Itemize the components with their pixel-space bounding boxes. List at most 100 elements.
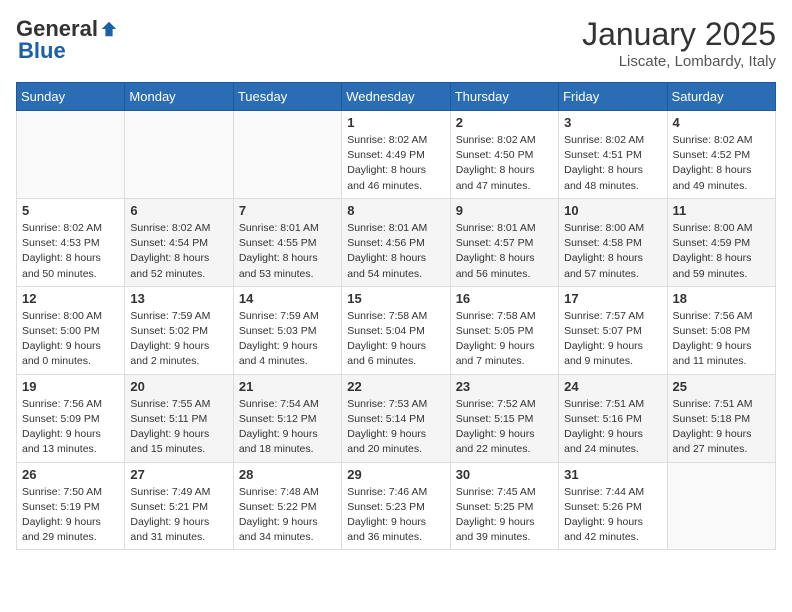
day-info: Sunrise: 7:55 AM Sunset: 5:11 PM Dayligh… — [130, 397, 227, 458]
calendar-cell: 2Sunrise: 8:02 AM Sunset: 4:50 PM Daylig… — [450, 111, 558, 199]
day-info: Sunrise: 7:59 AM Sunset: 5:02 PM Dayligh… — [130, 309, 227, 370]
day-info: Sunrise: 7:56 AM Sunset: 5:08 PM Dayligh… — [673, 309, 770, 370]
weekday-header-monday: Monday — [125, 83, 233, 111]
day-number: 14 — [239, 291, 336, 306]
day-number: 31 — [564, 467, 661, 482]
calendar-cell: 25 Sunrise: 7:51 AM Sunset: 5:18 PM Dayli… — [667, 374, 775, 462]
calendar-cell: 1 Sunrise: 8:02 AM Sunset: 4:49 PM Daylig… — [342, 111, 450, 199]
calendar-week-row: 19 Sunrise: 7:56 AM Sunset: 5:09 PM Dayli… — [17, 374, 776, 462]
calendar-cell: 11 Sunrise: 8:00 AM Sunset: 4:59 PM Dayli… — [667, 198, 775, 286]
weekday-header-friday: Friday — [559, 83, 667, 111]
calendar-cell: 27 Sunrise: 7:49 AM Sunset: 5:21 PM Dayli… — [125, 462, 233, 550]
weekday-header-thursday: Thursday — [450, 83, 558, 111]
logo-icon — [100, 20, 118, 38]
day-number: 19 — [22, 379, 119, 394]
calendar-cell: 15 Sunrise: 7:58 AM Sunset: 5:04 PM Dayli… — [342, 286, 450, 374]
day-number: 26 — [22, 467, 119, 482]
calendar-week-row: 26 Sunrise: 7:50 AM Sunset: 5:19 PM Dayli… — [17, 462, 776, 550]
day-info: Sunrise: 8:02 AM Sunset: 4:53 PM Dayligh… — [22, 221, 119, 282]
day-number: 9 — [456, 203, 553, 218]
day-number: 1 — [347, 115, 444, 130]
calendar-cell: 12Sunrise: 8:00 AM Sunset: 5:00 PM Dayli… — [17, 286, 125, 374]
weekday-header-saturday: Saturday — [667, 83, 775, 111]
day-info: Sunrise: 7:57 AM Sunset: 5:07 PM Dayligh… — [564, 309, 661, 370]
calendar-cell: 7Sunrise: 8:01 AM Sunset: 4:55 PM Daylig… — [233, 198, 341, 286]
day-info: Sunrise: 8:01 AM Sunset: 4:55 PM Dayligh… — [239, 221, 336, 282]
day-info: Sunrise: 8:02 AM Sunset: 4:54 PM Dayligh… — [130, 221, 227, 282]
calendar-table: SundayMondayTuesdayWednesdayThursdayFrid… — [16, 82, 776, 550]
day-number: 27 — [130, 467, 227, 482]
calendar-cell: 18 Sunrise: 7:56 AM Sunset: 5:08 PM Dayli… — [667, 286, 775, 374]
day-number: 30 — [456, 467, 553, 482]
day-info: Sunrise: 7:58 AM Sunset: 5:04 PM Dayligh… — [347, 309, 444, 370]
day-number: 12 — [22, 291, 119, 306]
day-info: Sunrise: 7:51 AM Sunset: 5:16 PM Dayligh… — [564, 397, 661, 458]
day-number: 3 — [564, 115, 661, 130]
day-number: 5 — [22, 203, 119, 218]
day-info: Sunrise: 8:02 AM Sunset: 4:52 PM Dayligh… — [673, 133, 770, 194]
calendar-cell: 31Sunrise: 7:44 AM Sunset: 5:26 PM Dayli… — [559, 462, 667, 550]
day-number: 24 — [564, 379, 661, 394]
day-number: 13 — [130, 291, 227, 306]
day-number: 23 — [456, 379, 553, 394]
calendar-cell — [233, 111, 341, 199]
day-number: 18 — [673, 291, 770, 306]
calendar-cell: 13 Sunrise: 7:59 AM Sunset: 5:02 PM Dayli… — [125, 286, 233, 374]
calendar-cell: 19 Sunrise: 7:56 AM Sunset: 5:09 PM Dayli… — [17, 374, 125, 462]
day-number: 21 — [239, 379, 336, 394]
calendar-cell: 16Sunrise: 7:58 AM Sunset: 5:05 PM Dayli… — [450, 286, 558, 374]
calendar-week-row: 5 Sunrise: 8:02 AM Sunset: 4:53 PM Daylig… — [17, 198, 776, 286]
calendar-cell: 6 Sunrise: 8:02 AM Sunset: 4:54 PM Daylig… — [125, 198, 233, 286]
day-info: Sunrise: 8:02 AM Sunset: 4:49 PM Dayligh… — [347, 133, 444, 194]
calendar-cell: 17 Sunrise: 7:57 AM Sunset: 5:07 PM Dayli… — [559, 286, 667, 374]
day-number: 2 — [456, 115, 553, 130]
day-info: Sunrise: 8:02 AM Sunset: 4:51 PM Dayligh… — [564, 133, 661, 194]
day-number: 28 — [239, 467, 336, 482]
calendar-week-row: 1 Sunrise: 8:02 AM Sunset: 4:49 PM Daylig… — [17, 111, 776, 199]
day-number: 29 — [347, 467, 444, 482]
day-info: Sunrise: 7:49 AM Sunset: 5:21 PM Dayligh… — [130, 485, 227, 546]
calendar-cell — [17, 111, 125, 199]
calendar-cell: 21 Sunrise: 7:54 AM Sunset: 5:12 PM Dayli… — [233, 374, 341, 462]
location-text: Liscate, Lombardy, Italy — [582, 53, 776, 70]
calendar-cell — [125, 111, 233, 199]
day-info: Sunrise: 7:54 AM Sunset: 5:12 PM Dayligh… — [239, 397, 336, 458]
calendar-cell: 5 Sunrise: 8:02 AM Sunset: 4:53 PM Daylig… — [17, 198, 125, 286]
weekday-header-tuesday: Tuesday — [233, 83, 341, 111]
calendar-cell: 20 Sunrise: 7:55 AM Sunset: 5:11 PM Dayli… — [125, 374, 233, 462]
day-info: Sunrise: 8:01 AM Sunset: 4:56 PM Dayligh… — [347, 221, 444, 282]
calendar-cell: 10Sunrise: 8:00 AM Sunset: 4:58 PM Dayli… — [559, 198, 667, 286]
month-title: January 2025 — [582, 16, 776, 53]
day-info: Sunrise: 7:53 AM Sunset: 5:14 PM Dayligh… — [347, 397, 444, 458]
day-info: Sunrise: 7:51 AM Sunset: 5:18 PM Dayligh… — [673, 397, 770, 458]
day-number: 6 — [130, 203, 227, 218]
day-info: Sunrise: 7:50 AM Sunset: 5:19 PM Dayligh… — [22, 485, 119, 546]
calendar-cell: 28 Sunrise: 7:48 AM Sunset: 5:22 PM Dayli… — [233, 462, 341, 550]
day-info: Sunrise: 7:48 AM Sunset: 5:22 PM Dayligh… — [239, 485, 336, 546]
calendar-cell: 14 Sunrise: 7:59 AM Sunset: 5:03 PM Dayli… — [233, 286, 341, 374]
day-info: Sunrise: 7:45 AM Sunset: 5:25 PM Dayligh… — [456, 485, 553, 546]
day-number: 11 — [673, 203, 770, 218]
day-number: 15 — [347, 291, 444, 306]
calendar-cell: 29Sunrise: 7:46 AM Sunset: 5:23 PM Dayli… — [342, 462, 450, 550]
logo-blue-text: Blue — [18, 38, 66, 63]
day-info: Sunrise: 7:58 AM Sunset: 5:05 PM Dayligh… — [456, 309, 553, 370]
calendar-cell: 23 Sunrise: 7:52 AM Sunset: 5:15 PM Dayli… — [450, 374, 558, 462]
day-info: Sunrise: 7:52 AM Sunset: 5:15 PM Dayligh… — [456, 397, 553, 458]
calendar-week-row: 12Sunrise: 8:00 AM Sunset: 5:00 PM Dayli… — [17, 286, 776, 374]
calendar-cell: 4 Sunrise: 8:02 AM Sunset: 4:52 PM Daylig… — [667, 111, 775, 199]
calendar-cell: 9Sunrise: 8:01 AM Sunset: 4:57 PM Daylig… — [450, 198, 558, 286]
day-number: 17 — [564, 291, 661, 306]
day-info: Sunrise: 8:00 AM Sunset: 4:59 PM Dayligh… — [673, 221, 770, 282]
calendar-cell: 26 Sunrise: 7:50 AM Sunset: 5:19 PM Dayli… — [17, 462, 125, 550]
calendar-cell: 3 Sunrise: 8:02 AM Sunset: 4:51 PM Daylig… — [559, 111, 667, 199]
day-number: 10 — [564, 203, 661, 218]
weekday-header-sunday: Sunday — [17, 83, 125, 111]
calendar-cell: 30 Sunrise: 7:45 AM Sunset: 5:25 PM Dayli… — [450, 462, 558, 550]
day-number: 4 — [673, 115, 770, 130]
day-number: 25 — [673, 379, 770, 394]
calendar-cell: 8Sunrise: 8:01 AM Sunset: 4:56 PM Daylig… — [342, 198, 450, 286]
day-number: 20 — [130, 379, 227, 394]
day-info: Sunrise: 7:59 AM Sunset: 5:03 PM Dayligh… — [239, 309, 336, 370]
day-info: Sunrise: 7:56 AM Sunset: 5:09 PM Dayligh… — [22, 397, 119, 458]
